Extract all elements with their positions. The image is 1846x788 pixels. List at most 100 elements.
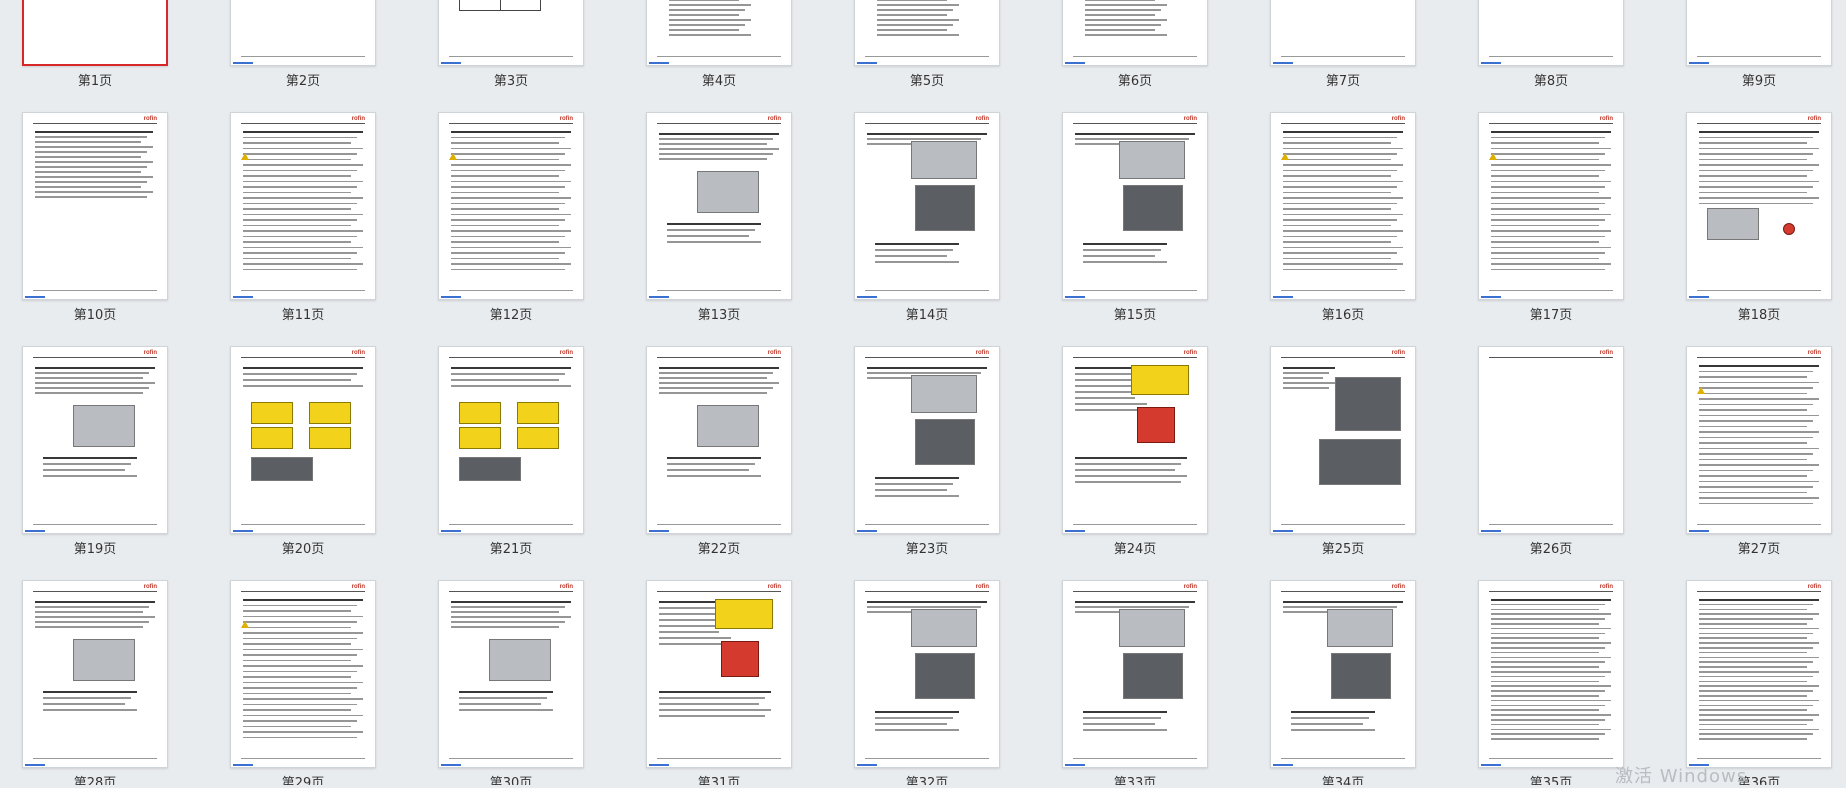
page-thumbnail[interactable]: rofin — [1686, 580, 1832, 768]
page-number-label: 第27页 — [1737, 542, 1781, 557]
page-number-label: 第1页 — [77, 74, 113, 89]
page-thumbnail-cell[interactable]: rofin 第22页 — [646, 346, 792, 557]
page-thumbnail[interactable]: rofin — [646, 0, 792, 66]
page-thumbnail-cell[interactable]: rofin 第26页 — [1478, 346, 1624, 557]
page-thumbnail-cell[interactable]: rofin 第15页 — [1062, 112, 1208, 323]
page-thumbnail-cell[interactable]: rofin 第13页 — [646, 112, 792, 323]
page-number-label: 第20页 — [281, 542, 325, 557]
page-number-label: 第12页 — [489, 308, 533, 323]
page-thumbnail[interactable]: rofin — [438, 0, 584, 66]
page-thumbnail-cell[interactable]: rofin 第3页 — [438, 0, 584, 89]
page-thumbnail[interactable]: rofin — [230, 580, 376, 768]
page-number-label: 第31页 — [697, 776, 741, 785]
page-thumbnail[interactable]: rofin — [22, 580, 168, 768]
page-thumbnail[interactable]: rofin — [438, 346, 584, 534]
page-thumbnail-cell[interactable]: rofin 第2页 — [230, 0, 376, 89]
brand-logo: rofin — [351, 350, 365, 356]
page-thumbnail[interactable]: rofin — [854, 580, 1000, 768]
brand-logo: rofin — [1807, 584, 1821, 590]
page-thumbnail-cell[interactable]: rofin 第8页 — [1478, 0, 1624, 89]
page-thumbnail[interactable]: rofin — [230, 0, 376, 66]
brand-logo: rofin — [1599, 116, 1613, 122]
page-thumbnail-cell[interactable]: rofin 第11页 — [230, 112, 376, 323]
page-thumbnail-cell[interactable]: rofin 第36页 — [1686, 580, 1832, 785]
brand-logo: rofin — [1807, 116, 1821, 122]
page-number-label: 第30页 — [489, 776, 533, 785]
page-thumbnail-cell[interactable]: rofin 第25页 — [1270, 346, 1416, 557]
page-thumbnail[interactable]: rofin — [1270, 580, 1416, 768]
page-thumbnail[interactable]: rofin — [1062, 580, 1208, 768]
page-thumbnail-cell[interactable]: rofin 第1页 — [22, 0, 168, 89]
page-number-label: 第8页 — [1533, 74, 1569, 89]
page-thumbnail-cell[interactable]: rofin 第30页 — [438, 580, 584, 785]
page-thumbnail[interactable]: rofin — [854, 0, 1000, 66]
page-number-label: 第22页 — [697, 542, 741, 557]
page-thumbnail[interactable]: rofin — [1686, 0, 1832, 66]
page-number-label: 第7页 — [1325, 74, 1361, 89]
page-thumbnail-cell[interactable]: rofin 第27页 — [1686, 346, 1832, 557]
page-thumbnail[interactable]: rofin — [438, 580, 584, 768]
page-thumbnail-cell[interactable]: rofin 第24页 — [1062, 346, 1208, 557]
page-thumbnail[interactable]: rofin — [646, 112, 792, 300]
page-thumbnail-selected[interactable]: rofin — [22, 0, 168, 66]
page-thumbnail-cell[interactable]: rofin 第16页 — [1270, 112, 1416, 323]
page-thumbnail[interactable]: rofin — [1270, 0, 1416, 66]
brand-logo: rofin — [975, 116, 989, 122]
page-thumbnail[interactable]: rofin — [230, 346, 376, 534]
page-thumbnail-cell[interactable]: rofin 第29页 — [230, 580, 376, 785]
page-thumbnail-cell[interactable]: rofin 第32页 — [854, 580, 1000, 785]
page-number-label: 第3页 — [493, 74, 529, 89]
page-thumbnail[interactable]: rofin — [1686, 112, 1832, 300]
page-thumbnail[interactable]: rofin — [1478, 112, 1624, 300]
brand-logo: rofin — [767, 584, 781, 590]
page-thumbnail-cell[interactable]: rofin 第17页 — [1478, 112, 1624, 323]
page-thumbnail-cell[interactable]: rofin 第20页 — [230, 346, 376, 557]
page-thumbnail[interactable]: rofin — [1478, 580, 1624, 768]
page-number-label: 第13页 — [697, 308, 741, 323]
page-thumbnail[interactable]: rofin — [1478, 346, 1624, 534]
page-thumbnail[interactable]: rofin — [1270, 346, 1416, 534]
page-number-label: 第26页 — [1529, 542, 1573, 557]
page-thumbnail-cell[interactable]: rofin 第31页 — [646, 580, 792, 785]
page-thumbnail[interactable]: rofin — [22, 112, 168, 300]
page-thumbnail[interactable]: rofin — [230, 112, 376, 300]
page-thumbnail-cell[interactable]: rofin 第28页 — [22, 580, 168, 785]
page-number-label: 第35页 — [1529, 776, 1573, 785]
page-thumbnail-cell[interactable]: rofin 第10页 — [22, 112, 168, 323]
page-thumbnail[interactable]: rofin — [1062, 346, 1208, 534]
brand-logo: rofin — [1183, 116, 1197, 122]
page-thumbnail-grid: rofin 第1页 rofin 第2页 rofin 第3页 rofin 第4页 rofin 第5页… — [0, 0, 1846, 785]
page-thumbnail[interactable]: rofin — [22, 346, 168, 534]
page-thumbnail-cell[interactable]: rofin 第19页 — [22, 346, 168, 557]
page-thumbnail[interactable]: rofin — [1686, 346, 1832, 534]
brand-logo: rofin — [1183, 584, 1197, 590]
page-thumbnail[interactable]: rofin — [646, 580, 792, 768]
page-thumbnail[interactable]: rofin — [1062, 112, 1208, 300]
page-number-label: 第6页 — [1117, 74, 1153, 89]
page-thumbnail[interactable]: rofin — [1478, 0, 1624, 66]
brand-logo: rofin — [975, 584, 989, 590]
page-thumbnail-cell[interactable]: rofin 第33页 — [1062, 580, 1208, 785]
page-number-label: 第19页 — [73, 542, 117, 557]
page-thumbnail-cell[interactable]: rofin 第18页 — [1686, 112, 1832, 323]
page-thumbnail-cell[interactable]: rofin 第7页 — [1270, 0, 1416, 89]
page-thumbnail-cell[interactable]: rofin 第23页 — [854, 346, 1000, 557]
page-thumbnail-cell[interactable]: rofin 第4页 — [646, 0, 792, 89]
page-thumbnail-cell[interactable]: rofin 第9页 — [1686, 0, 1832, 89]
brand-logo: rofin — [767, 350, 781, 356]
page-thumbnail[interactable]: rofin — [854, 346, 1000, 534]
page-thumbnail-cell[interactable]: rofin 第6页 — [1062, 0, 1208, 89]
page-thumbnail-cell[interactable]: rofin 第14页 — [854, 112, 1000, 323]
page-thumbnail[interactable]: rofin — [854, 112, 1000, 300]
brand-logo: rofin — [1599, 350, 1613, 356]
page-thumbnail-cell[interactable]: rofin 第35页 — [1478, 580, 1624, 785]
page-thumbnail[interactable]: rofin — [438, 112, 584, 300]
page-thumbnail[interactable]: rofin — [1270, 112, 1416, 300]
page-thumbnail-cell[interactable]: rofin 第12页 — [438, 112, 584, 323]
page-thumbnail-cell[interactable]: rofin 第21页 — [438, 346, 584, 557]
page-thumbnail-cell[interactable]: rofin 第34页 — [1270, 580, 1416, 785]
page-thumbnail[interactable]: rofin — [646, 346, 792, 534]
page-thumbnail[interactable]: rofin — [1062, 0, 1208, 66]
page-thumbnail-cell[interactable]: rofin 第5页 — [854, 0, 1000, 89]
page-number-label: 第17页 — [1529, 308, 1573, 323]
